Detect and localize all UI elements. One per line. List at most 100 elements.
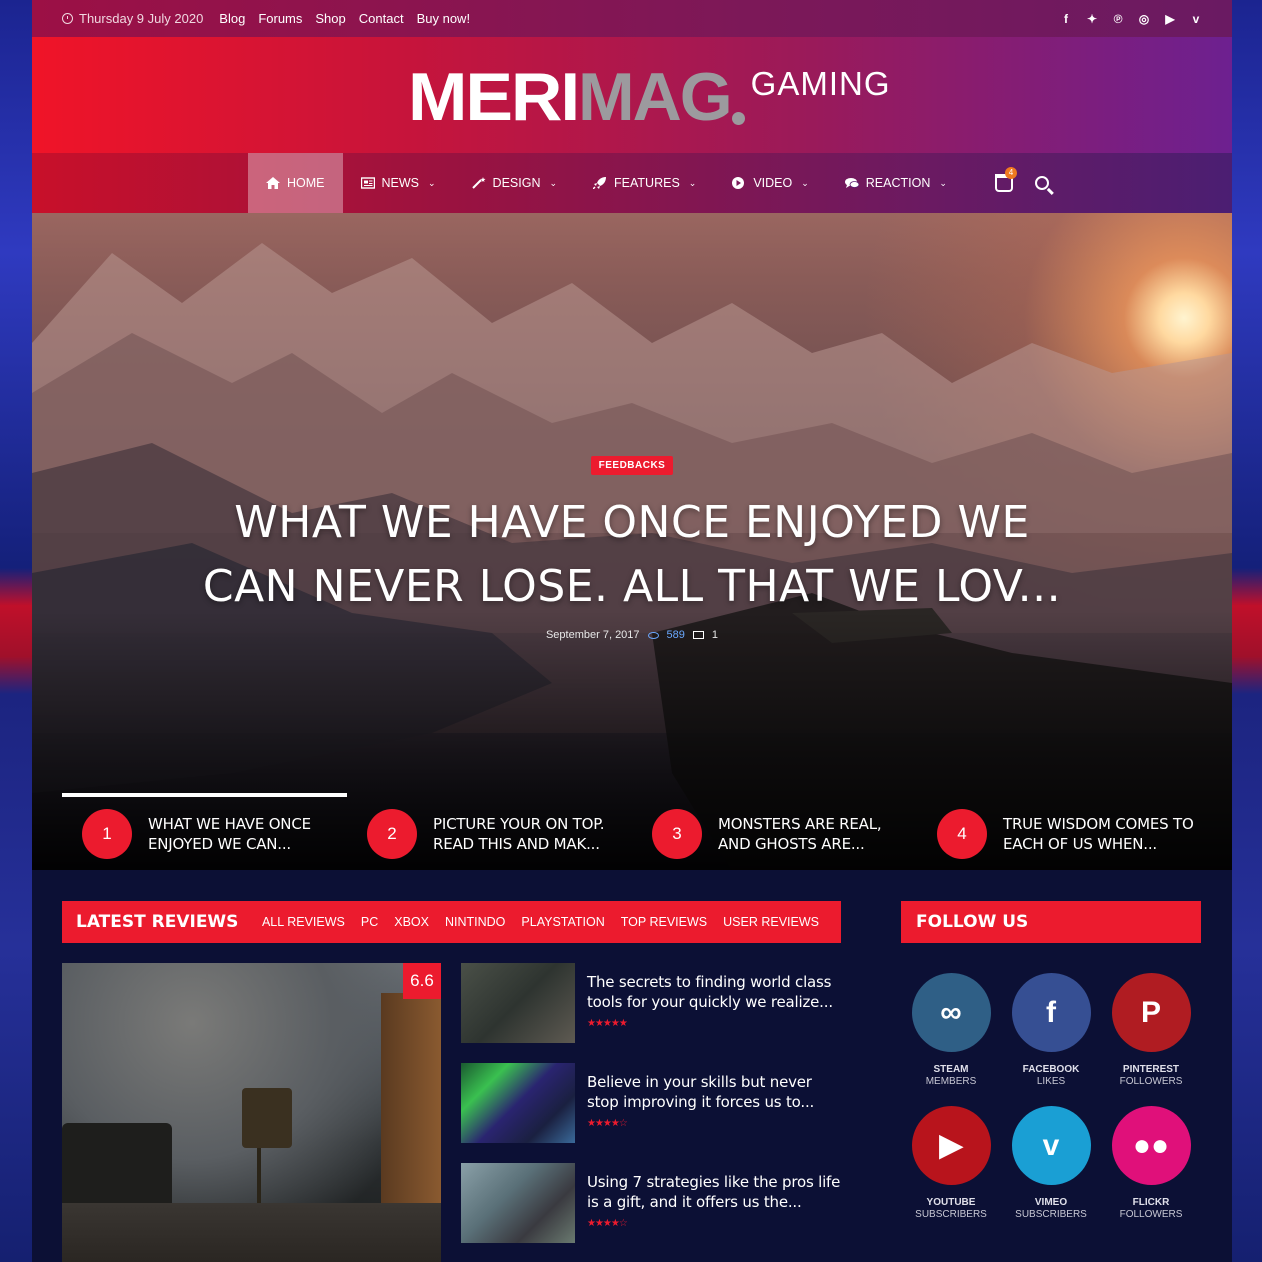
filter-playstation[interactable]: PLAYSTATION <box>521 915 604 929</box>
nav-item-reaction[interactable]: REACTION ⌄ <box>827 153 965 213</box>
follow-us-grid: ∞ STEAM MEMBERS f FACEBOOK LIKES P PINTERE… <box>901 973 1201 1221</box>
follow-pinterest[interactable]: P PINTEREST FOLLOWERS <box>1101 973 1201 1088</box>
filter-xbox[interactable]: XBOX <box>394 915 429 929</box>
nav-item-design[interactable]: DESIGN ⌄ <box>454 153 575 213</box>
hero-slider[interactable]: FEEDBACKS WHAT WE HAVE ONCE ENJOYED WE C… <box>32 213 1232 871</box>
hero-content: FEEDBACKS WHAT WE HAVE ONCE ENJOYED WE C… <box>32 455 1232 641</box>
follow-us-header: FOLLOW US <box>901 901 1201 943</box>
date-text: Thursday 9 July 2020 <box>79 11 204 26</box>
platform-shape <box>62 1203 441 1262</box>
steam-icon[interactable]: ∞ <box>911 973 991 1052</box>
nav-label-features: FEATURES <box>614 176 680 190</box>
section-title: FOLLOW US <box>916 912 1029 932</box>
home-icon <box>266 177 280 189</box>
vimeo-icon[interactable]: v <box>1011 1106 1091 1185</box>
review-title[interactable]: The secrets to finding world class tools… <box>587 972 841 1012</box>
numbered-post-2[interactable]: 2 PICTURE YOUR ON TOP. READ THIS AND MAK… <box>347 793 632 871</box>
hero-title[interactable]: WHAT WE HAVE ONCE ENJOYED WE CAN NEVER L… <box>182 491 1082 619</box>
category-badge[interactable]: FEEDBACKS <box>590 456 674 475</box>
chevron-down-icon: ⌄ <box>939 177 947 188</box>
follow-label: FACEBOOK LIKES <box>1022 1064 1080 1087</box>
filter-pc[interactable]: PC <box>361 915 378 929</box>
instagram-icon[interactable]: ◎ <box>1138 12 1150 26</box>
nav-item-features[interactable]: FEATURES ⌄ <box>575 153 714 213</box>
logo-part-mag: MAG <box>578 63 745 131</box>
pinterest-icon[interactable]: P <box>1111 973 1191 1052</box>
pinterest-icon[interactable]: ℗ <box>1112 12 1124 26</box>
follow-label: FLICKR FOLLOWERS <box>1119 1197 1183 1220</box>
filter-user-reviews[interactable]: USER REVIEWS <box>723 915 819 929</box>
filter-nintindo[interactable]: NINTINDO <box>445 915 505 929</box>
youtube-icon[interactable]: ▶ <box>1164 12 1176 26</box>
post-title: WHAT WE HAVE ONCE ENJOYED WE CAN... <box>148 815 311 853</box>
list-item[interactable]: Believe in your skills but never stop im… <box>461 1063 841 1143</box>
flickr-icon[interactable]: ●● <box>1111 1106 1191 1185</box>
star-rating: ★★★★☆ <box>587 1118 628 1129</box>
site-logo[interactable]: MERI MAG GAMING <box>408 63 891 131</box>
hero-comments: 1 <box>711 629 719 641</box>
follow-label: STEAM MEMBERS <box>925 1064 977 1087</box>
chevron-down-icon: ⌄ <box>801 177 809 188</box>
main-nav: HOME NEWS ⌄ DESIGN ⌄ FEATURES ⌄ VIDEO ⌄ … <box>32 153 1232 213</box>
follow-label: PINTEREST FOLLOWERS <box>1119 1064 1183 1087</box>
review-thumbnail[interactable] <box>461 1063 575 1143</box>
review-filters: ALL REVIEWS PC XBOX NINTINDO PLAYSTATION… <box>262 915 827 929</box>
date-display: Thursday 9 July 2020 <box>62 11 203 26</box>
featured-review-image[interactable]: 6.6 <box>62 963 441 1262</box>
cart-button[interactable]: 4 <box>994 153 1017 213</box>
vimeo-icon[interactable]: v <box>1190 12 1202 26</box>
post-number: 3 <box>652 809 702 859</box>
top-link-blog[interactable]: Blog <box>219 11 245 26</box>
list-item[interactable]: Using 7 strategies like the pros life is… <box>461 1163 841 1243</box>
top-link-buy-now[interactable]: Buy now! <box>417 11 470 26</box>
facebook-icon[interactable]: f <box>1011 973 1091 1052</box>
play-icon <box>732 177 745 189</box>
chevron-down-icon: ⌄ <box>428 177 436 188</box>
post-title: TRUE WISDOM COMES TO EACH OF US WHEN... <box>1003 815 1194 853</box>
review-thumbnail[interactable] <box>461 963 575 1043</box>
top-link-contact[interactable]: Contact <box>359 11 404 26</box>
follow-youtube[interactable]: ▶ YOUTUBE SUBSCRIBERS <box>901 1106 1001 1221</box>
follow-vimeo[interactable]: v VIMEO SUBSCRIBERS <box>1001 1106 1101 1221</box>
wand-icon <box>471 177 486 189</box>
follow-steam[interactable]: ∞ STEAM MEMBERS <box>901 973 1001 1088</box>
review-thumbnail[interactable] <box>461 1163 575 1243</box>
nav-item-video[interactable]: VIDEO ⌄ <box>714 153 826 213</box>
nav-label-video: VIDEO <box>753 176 793 190</box>
nav-item-news[interactable]: NEWS ⌄ <box>343 153 454 213</box>
numbered-post-1[interactable]: 1 WHAT WE HAVE ONCE ENJOYED WE CAN... <box>62 793 347 871</box>
youtube-icon[interactable]: ▶ <box>911 1106 991 1185</box>
numbered-post-3[interactable]: 3 MONSTERS ARE REAL, AND GHOSTS ARE... <box>632 793 917 871</box>
site-header: MERI MAG GAMING <box>32 37 1232 153</box>
chat-icon <box>844 178 859 188</box>
clock-icon <box>62 13 73 24</box>
numbered-posts: 1 WHAT WE HAVE ONCE ENJOYED WE CAN... 2 … <box>62 793 1202 871</box>
follow-flickr[interactable]: ●● FLICKR FOLLOWERS <box>1101 1106 1201 1221</box>
star-rating: ★★★★★ <box>587 1018 628 1029</box>
cart-count-badge: 4 <box>1004 167 1017 179</box>
water-tower-shape <box>242 1088 292 1148</box>
top-bar: Thursday 9 July 2020 Blog Forums Shop Co… <box>32 0 1232 37</box>
newspaper-icon <box>360 177 375 189</box>
list-item[interactable]: The secrets to finding world class tools… <box>461 963 841 1043</box>
hero-views: 589 <box>666 629 685 641</box>
top-link-shop[interactable]: Shop <box>315 11 345 26</box>
post-title: PICTURE YOUR ON TOP. READ THIS AND MAK..… <box>433 815 605 853</box>
follow-facebook[interactable]: f FACEBOOK LIKES <box>1001 973 1101 1088</box>
facebook-icon[interactable]: f <box>1060 12 1072 26</box>
logo-part-gaming: GAMING <box>750 65 891 102</box>
numbered-post-4[interactable]: 4 TRUE WISDOM COMES TO EACH OF US WHEN..… <box>917 793 1202 871</box>
nav-item-home[interactable]: HOME <box>248 153 343 213</box>
review-title[interactable]: Believe in your skills but never stop im… <box>587 1072 841 1112</box>
filter-top-reviews[interactable]: TOP REVIEWS <box>621 915 707 929</box>
top-links: Blog Forums Shop Contact Buy now! <box>219 11 470 26</box>
chevron-down-icon: ⌄ <box>549 177 558 188</box>
top-link-forums[interactable]: Forums <box>258 11 302 26</box>
filter-all-reviews[interactable]: ALL REVIEWS <box>262 915 345 929</box>
twitter-icon[interactable]: ✦ <box>1086 12 1098 26</box>
search-button[interactable] <box>1034 153 1049 213</box>
nav-label-design: DESIGN <box>492 176 541 190</box>
page-background-left <box>0 0 32 1262</box>
review-title[interactable]: Using 7 strategies like the pros life is… <box>587 1172 841 1212</box>
top-social-icons: f ✦ ℗ ◎ ▶ v <box>1060 12 1202 26</box>
